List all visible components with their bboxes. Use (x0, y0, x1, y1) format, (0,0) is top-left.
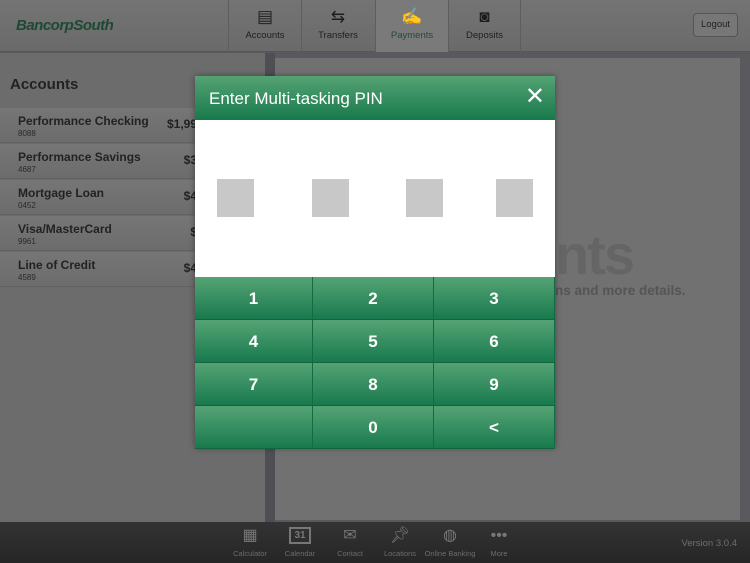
label: Calendar (284, 549, 316, 558)
pin-digit-box (312, 179, 349, 217)
bottom-toolbar: ▦ Calculator 31 Calendar ✉ Contact 📌︎ Locati… (0, 522, 750, 563)
tab-label: Accounts (245, 30, 285, 41)
key-6[interactable]: 6 (434, 320, 555, 363)
globe-icon: ◍ (443, 527, 457, 544)
top-bar: BancorpSouth ▤ Accounts ⇆ Transfers ✍ Payme… (0, 0, 750, 52)
logout-button[interactable]: Logout (693, 13, 738, 37)
account-name: Performance Checking (18, 114, 149, 128)
check-pen-icon: ✍ (401, 7, 423, 26)
account-name: Performance Savings (18, 150, 141, 164)
key-5[interactable]: 5 (313, 320, 434, 363)
key-9[interactable]: 9 (434, 363, 555, 406)
content-heading: nts (555, 223, 635, 286)
key-2[interactable]: 2 (313, 277, 434, 320)
account-name: Visa/MasterCard (18, 222, 112, 236)
key-3[interactable]: 3 (434, 277, 555, 320)
contact-button[interactable]: ✉ Contact (324, 526, 376, 558)
tab-deposits[interactable]: ◙ Deposits (448, 0, 521, 52)
calendar-icon: 31 (274, 526, 326, 546)
label: More (490, 549, 508, 558)
account-number: 9961 (18, 237, 36, 246)
account-number: 4687 (18, 165, 36, 174)
more-icon: ••• (490, 527, 508, 544)
tab-label: Payments (390, 30, 434, 41)
account-balance: $1,99 (166, 117, 197, 131)
pushpin-icon: 📌︎ (389, 527, 411, 544)
tab-transfers[interactable]: ⇆ Transfers (301, 0, 374, 52)
calendar-day: 31 (289, 527, 311, 544)
dialog-header: Enter Multi-tasking PIN ✕ (195, 76, 555, 120)
backspace-key[interactable]: < (434, 406, 555, 449)
pin-digit-box (496, 179, 533, 217)
arrows-icon: ⇆ (330, 7, 346, 26)
tab-payments[interactable]: ✍ Payments (375, 0, 448, 52)
more-button[interactable]: ••• More (473, 526, 525, 558)
sidebar-title: Accounts (10, 76, 79, 93)
account-number: 8088 (18, 129, 36, 138)
label: Locations (383, 549, 417, 558)
pin-digit-box (406, 179, 443, 217)
calendar-button[interactable]: 31 Calendar (274, 526, 326, 558)
pin-digit-box (217, 179, 254, 217)
tab-label: Transfers (318, 30, 358, 41)
version-label: Version 3.0.4 (681, 538, 737, 549)
online-banking-button[interactable]: ◍ Online Banking (424, 526, 476, 558)
label: Online Banking (424, 549, 476, 558)
key-blank (195, 406, 313, 449)
key-7[interactable]: 7 (195, 363, 313, 406)
key-4[interactable]: 4 (195, 320, 313, 363)
dialog-title: Enter Multi-tasking PIN (209, 89, 383, 108)
key-1[interactable]: 1 (195, 277, 313, 320)
key-8[interactable]: 8 (313, 363, 434, 406)
label: Contact (337, 549, 363, 558)
locations-button[interactable]: 📌︎ Locations (374, 526, 426, 558)
calculator-icon: ▦ (242, 527, 258, 544)
tab-label: Deposits (466, 30, 503, 41)
label: Calculator (233, 549, 267, 558)
bancorpsouth-logo: BancorpSouth (16, 17, 114, 34)
wallet-icon: ▤ (256, 7, 274, 26)
content-subtext: ns and more details. (555, 283, 686, 298)
close-icon[interactable]: ✕ (525, 84, 545, 110)
keypad: 1 2 3 4 5 6 7 8 9 0 < (195, 277, 555, 449)
tab-accounts[interactable]: ▤ Accounts (228, 0, 301, 52)
envelope-icon: ✉ (343, 527, 357, 544)
account-number: 4589 (18, 273, 36, 282)
account-number: 0452 (18, 201, 36, 210)
pin-dialog: Enter Multi-tasking PIN ✕ 1 2 3 4 5 6 7 … (195, 76, 555, 449)
pin-display (195, 120, 555, 277)
calculator-button[interactable]: ▦ Calculator (224, 526, 276, 558)
camera-icon: ◙ (479, 7, 490, 26)
account-name: Mortgage Loan (18, 186, 104, 200)
key-0[interactable]: 0 (313, 406, 434, 449)
account-name: Line of Credit (18, 258, 96, 272)
